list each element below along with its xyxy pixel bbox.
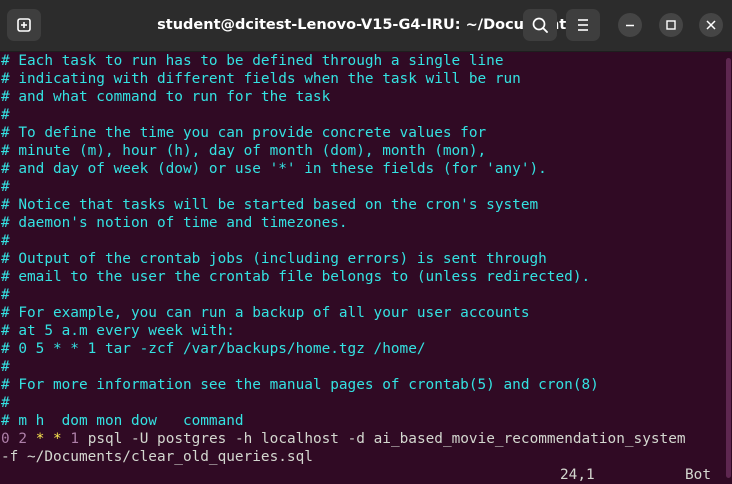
close-button[interactable]	[699, 13, 723, 37]
comment-line: # To define the time you can provide con…	[1, 125, 487, 141]
cron-entry-line: 0 2 * * 1 psql -U postgres -h localhost …	[1, 430, 686, 448]
comment-line: #	[1, 287, 10, 303]
comment-line: # and day of week (dow) or use '*' in th…	[1, 161, 547, 177]
terminal-content[interactable]: # Each task to run has to be defined thr…	[0, 52, 724, 484]
title-bar: student@dcitest-Lenovo-V15-G4-IRU: ~/Doc…	[0, 0, 732, 52]
comment-line: # For more information see the manual pa…	[1, 377, 599, 393]
cron-command-continuation: -f ~/Documents/clear_old_queries.sql	[1, 449, 313, 465]
close-icon	[706, 20, 716, 30]
new-tab-button[interactable]	[7, 9, 41, 41]
comment-line: # For example, you can run a backup of a…	[1, 305, 530, 321]
cron-month: *	[53, 431, 62, 447]
search-icon	[532, 17, 548, 33]
comment-line: #	[1, 359, 10, 375]
cron-minute: 0	[1, 431, 10, 447]
comment-line: # Output of the crontab jobs (including …	[1, 251, 547, 267]
maximize-icon	[666, 20, 676, 30]
cron-day-of-month: *	[35, 431, 45, 447]
cron-day-of-week: 1	[70, 431, 80, 447]
comment-line: # Notice that tasks will be started base…	[1, 197, 539, 213]
comment-line: #	[1, 395, 10, 411]
minimize-button[interactable]	[618, 13, 642, 37]
scrollbar[interactable]	[724, 52, 732, 484]
comment-line: # and what command to run for the task	[1, 89, 331, 105]
comment-line: # daemon's notion of time and timezones.	[1, 215, 348, 231]
hamburger-menu-icon	[578, 19, 588, 31]
scroll-position: Bot	[685, 467, 711, 483]
new-tab-icon	[17, 18, 31, 32]
cron-command: psql -U postgres -h localhost -d ai_base…	[87, 431, 686, 447]
comment-line: # indicating with different fields when …	[1, 71, 521, 87]
comment-line: # m h dom mon dow command	[1, 413, 244, 429]
comment-line: # 0 5 * * 1 tar -zcf /var/backups/home.t…	[1, 341, 426, 357]
cursor-position: 24,1	[560, 467, 595, 483]
comment-line: # email to the user the crontab file bel…	[1, 269, 591, 285]
maximize-button[interactable]	[659, 13, 683, 37]
comment-line: #	[1, 233, 10, 249]
comment-line: # at 5 a.m every week with:	[1, 323, 235, 339]
comment-line: #	[1, 179, 10, 195]
search-button[interactable]	[523, 9, 557, 41]
cron-hour: 2	[18, 431, 28, 447]
comment-line: #	[1, 107, 10, 123]
terminal-window: student@dcitest-Lenovo-V15-G4-IRU: ~/Doc…	[0, 0, 732, 484]
minimize-icon	[626, 24, 634, 27]
comment-line: # minute (m), hour (h), day of month (do…	[1, 143, 487, 159]
scrollbar-thumb[interactable]	[726, 58, 731, 478]
comment-line: # Each task to run has to be defined thr…	[1, 53, 504, 69]
menu-button[interactable]	[566, 9, 600, 41]
